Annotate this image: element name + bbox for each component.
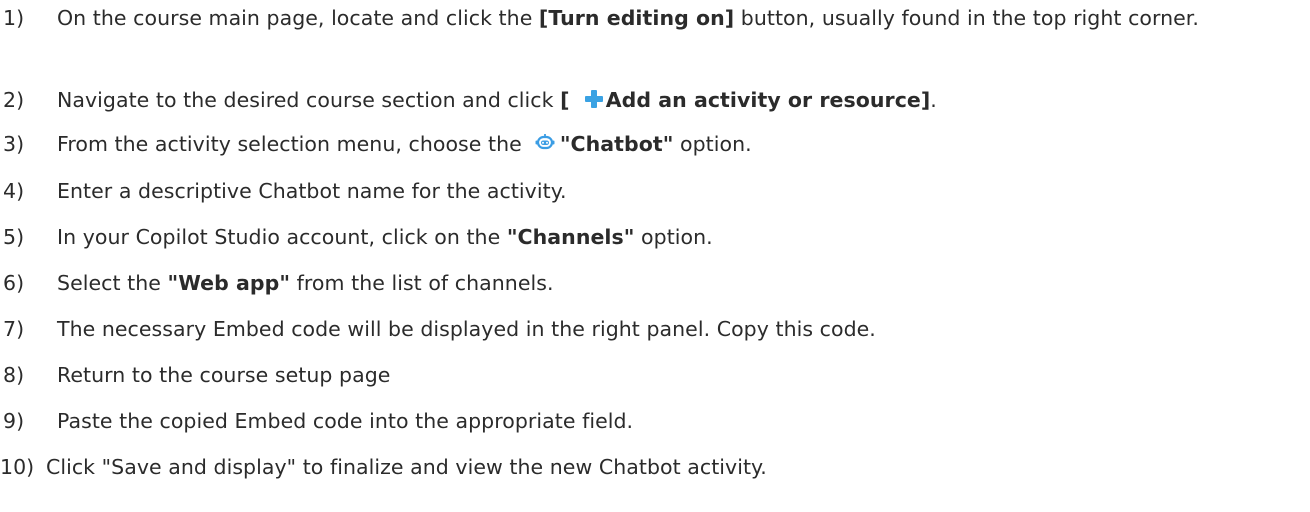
- chatbot-label: "Chatbot": [559, 132, 674, 156]
- plus-icon: [583, 87, 605, 109]
- web-app-label: "Web app": [167, 271, 291, 295]
- step-text: Click "Save and display" to finalize and…: [46, 455, 767, 479]
- step-text: On the course main page, locate and clic…: [57, 6, 1199, 30]
- step-number: 10): [0, 455, 35, 479]
- channels-label: "Channels": [506, 225, 635, 249]
- step-text: Return to the course setup page: [57, 363, 391, 387]
- step-text: The necessary Embed code will be display…: [57, 317, 876, 341]
- step-number: 3): [3, 132, 25, 156]
- add-activity-label: Add an activity or resource]: [605, 88, 931, 112]
- step-number: 6): [3, 271, 25, 295]
- step-number: 7): [3, 317, 25, 341]
- step-text: Navigate to the desired course section a…: [57, 87, 937, 112]
- step-1: 1) On the course main page, locate and c…: [0, 2, 1292, 72]
- step-text: Enter a descriptive Chatbot name for the…: [57, 179, 567, 203]
- step-text: Select the "Web app" from the list of ch…: [57, 271, 554, 295]
- step-number: 5): [3, 225, 25, 249]
- step-number: 2): [3, 88, 25, 112]
- step-text: From the activity selection menu, choose…: [57, 130, 752, 156]
- chatbot-icon: [534, 130, 556, 150]
- step-number: 1): [3, 6, 25, 30]
- step-number: 4): [3, 179, 25, 203]
- turn-editing-on-label: [Turn editing on]: [538, 6, 735, 30]
- step-text: Paste the copied Embed code into the app…: [57, 409, 634, 433]
- step-text: In your Copilot Studio account, click on…: [57, 225, 713, 249]
- step-number: 9): [3, 409, 25, 433]
- instruction-document: 1) On the course main page, locate and c…: [0, 0, 1310, 512]
- step-number: 8): [3, 363, 25, 387]
